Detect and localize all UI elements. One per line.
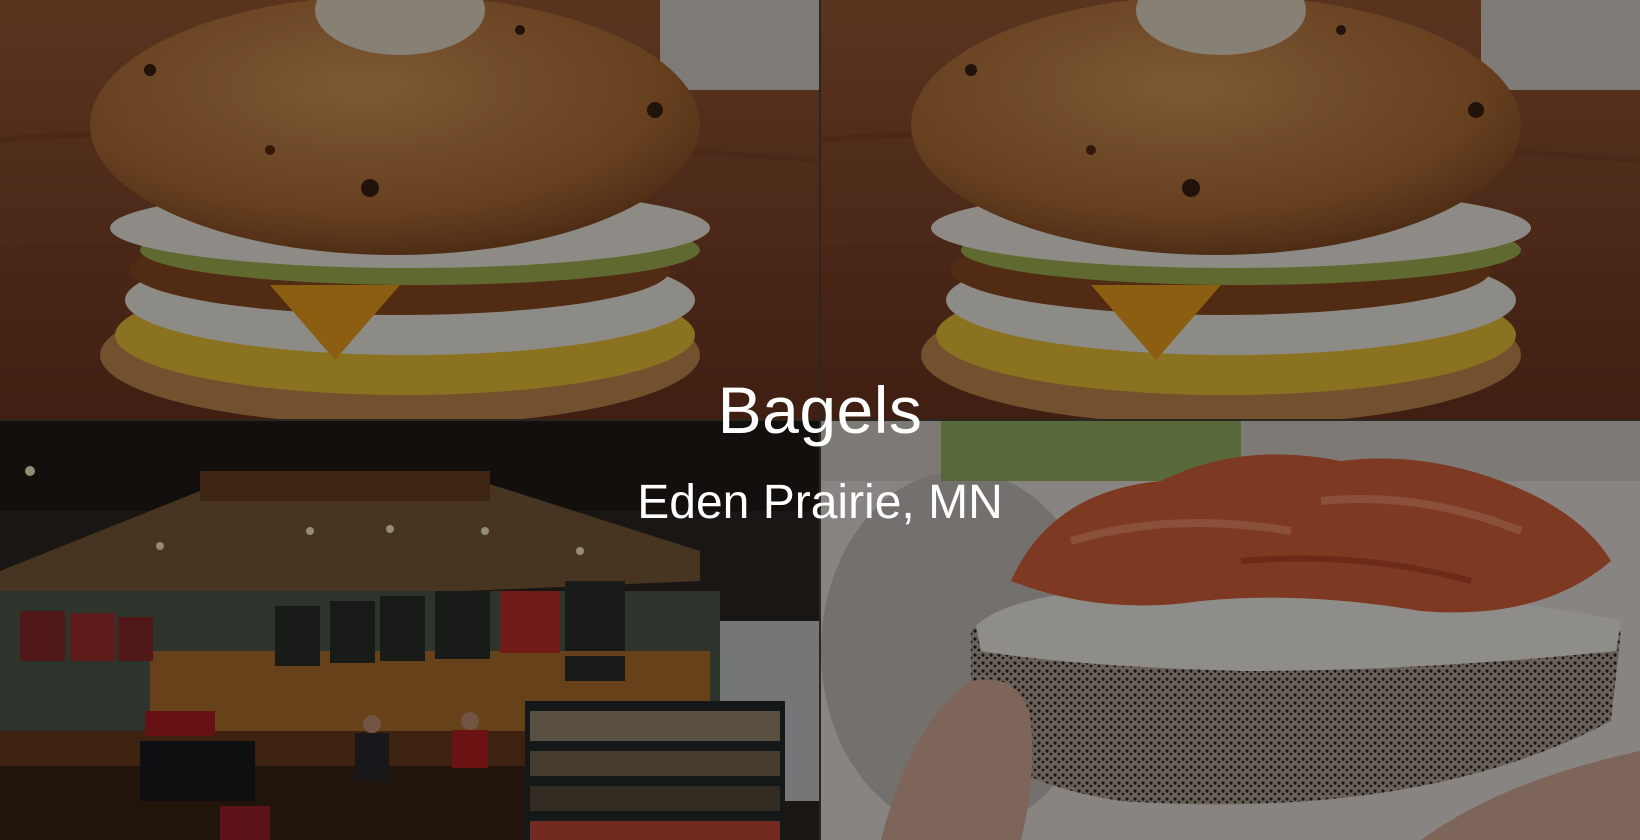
hero-collage: Bagels Eden Prairie, MN bbox=[0, 0, 1640, 840]
bagel-shop-interior-photo bbox=[0, 421, 819, 840]
breakfast-bagel-sandwich-photo bbox=[0, 0, 819, 419]
breakfast-bagel-sandwich-photo bbox=[821, 0, 1640, 419]
lox-poppy-seed-bagel-photo bbox=[821, 421, 1640, 840]
